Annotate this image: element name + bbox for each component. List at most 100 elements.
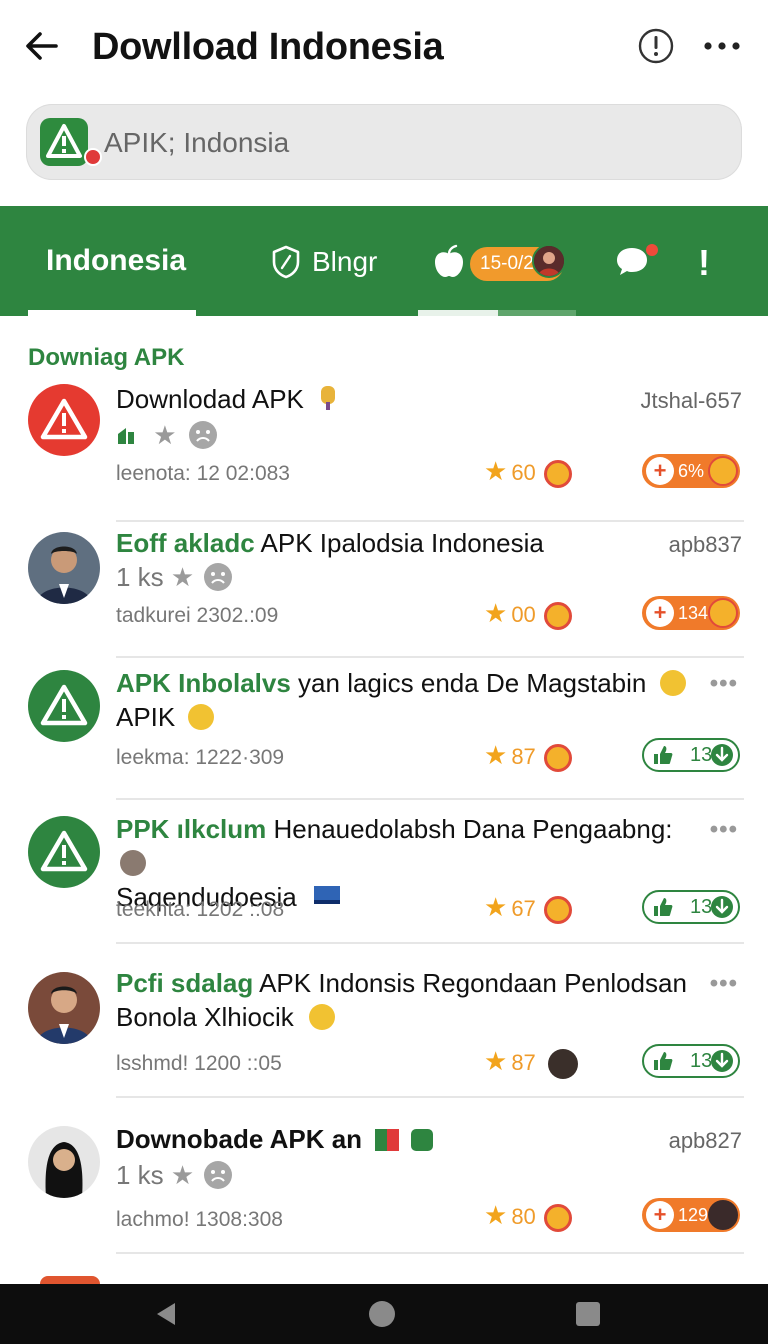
badge-value: 129 <box>678 1205 709 1225</box>
tab-alert[interactable]: ! <box>690 206 720 316</box>
divider <box>116 1096 744 1098</box>
plus-icon: + <box>646 1201 674 1229</box>
alert-icon: ! <box>698 242 710 283</box>
flag-icon <box>375 1129 400 1151</box>
apple-icon <box>435 244 463 277</box>
coin-icon <box>708 456 738 486</box>
avatar <box>708 1200 738 1230</box>
nav-back-button[interactable] <box>126 1284 206 1344</box>
item-more-button[interactable]: ••• <box>710 670 738 698</box>
avatar <box>547 1049 578 1080</box>
item-sub: 1 ks <box>116 562 164 592</box>
thumbs-up-icon <box>654 1052 673 1070</box>
smile-emoji-icon <box>188 704 215 730</box>
list-item[interactable]: Pcfi sdalag APK Indonsis Regondaan Penlo… <box>0 948 768 1098</box>
tab-indicator-secondary <box>498 310 576 316</box>
star-icon: ★ <box>484 1046 508 1076</box>
item-more-button[interactable]: ••• <box>710 970 738 998</box>
navigation-bar <box>0 1284 768 1344</box>
reward-badge[interactable]: + 6% <box>642 454 740 488</box>
like-badge[interactable]: 136 <box>642 1044 740 1078</box>
face-icon <box>204 563 233 591</box>
nav-recent-icon <box>576 1302 600 1326</box>
tab-label: Indonesia <box>46 244 187 277</box>
reward-badge[interactable]: + 129 <box>642 1198 740 1232</box>
arrow-down-icon <box>711 1050 733 1072</box>
item-meta: lsshmd! 1200 ::05 <box>116 1052 282 1075</box>
star-icon: ★ <box>484 740 508 770</box>
list-item[interactable]: Downobade APK an apb827 1 ks ★ lachmo! 1… <box>0 1104 768 1254</box>
item-title-line2: Bonola Xlhiocik <box>116 1002 294 1032</box>
more-horizontal-icon <box>704 42 740 50</box>
smile-emoji-icon <box>309 1004 336 1030</box>
item-tag: Jtshal-657 <box>640 388 742 413</box>
tab-blngr[interactable]: Blngr <box>270 206 390 316</box>
back-button[interactable] <box>22 26 62 66</box>
app-badge-icon <box>410 1129 433 1151</box>
thumbs-up-icon <box>654 898 673 916</box>
item-title: Downobade APK an <box>116 1124 363 1154</box>
search-bar[interactable] <box>26 104 742 180</box>
item-rating: 87 <box>511 1050 536 1075</box>
coin-icon <box>543 602 572 631</box>
item-meta: leekma: 1222·309 <box>116 746 285 769</box>
shield-icon <box>272 245 300 279</box>
coin-icon <box>543 1204 572 1233</box>
list-item[interactable]: Eoff akladc APK Ipalodsia Indonesia apb8… <box>0 508 768 658</box>
item-rating: 67 <box>511 896 536 921</box>
coin-icon <box>543 896 572 925</box>
avatar <box>28 1126 100 1198</box>
face-icon <box>204 1161 233 1189</box>
warning-icon <box>28 670 100 742</box>
item-meta: leenota: 12 02:083 <box>116 462 290 485</box>
warning-icon <box>28 384 100 456</box>
more-button[interactable] <box>702 30 742 62</box>
tab-indicator <box>418 310 498 316</box>
nav-home-icon <box>369 1301 395 1327</box>
divider <box>116 1252 744 1254</box>
search-input[interactable] <box>102 122 706 164</box>
like-badge[interactable]: 136 <box>642 738 740 772</box>
notification-dot <box>84 148 102 166</box>
nav-home-button[interactable] <box>342 1284 422 1344</box>
active-tab-indicator <box>28 310 196 316</box>
list-item-partial[interactable] <box>40 1276 100 1284</box>
list-item[interactable]: APK Inbolalvs yan lagics enda De Magstab… <box>0 650 768 800</box>
avatar <box>532 244 566 278</box>
info-button[interactable] <box>638 28 674 64</box>
trophy-icon <box>321 386 336 410</box>
item-more-button[interactable]: ••• <box>710 816 738 844</box>
item-title-highlight: PPK ılkclum <box>116 814 267 844</box>
plus-icon: + <box>646 599 674 627</box>
item-tag: apb837 <box>668 532 742 557</box>
star-icon: ★ <box>484 456 508 486</box>
avatar <box>28 532 100 604</box>
star-icon: ★ <box>170 1160 195 1190</box>
badge-value: 6% <box>678 461 705 481</box>
item-title: yan lagics enda De Magstabin <box>290 668 647 698</box>
item-title-highlight: Eoff akladc <box>116 528 255 558</box>
app-warning-icon <box>40 118 88 166</box>
item-meta: tadkurei 2302.:09 <box>116 604 279 627</box>
item-sub: 1 ks <box>116 1160 164 1190</box>
reward-badge[interactable]: + 134 <box>642 596 740 630</box>
like-badge[interactable]: 136 <box>642 890 740 924</box>
coin-icon <box>543 460 572 489</box>
list-item[interactable]: Downlodad APK Jtshal-657 ★ leenota: 12 0… <box>0 372 768 522</box>
tab-apple[interactable]: 15-0/21 <box>418 206 578 316</box>
flag-icon <box>313 886 340 904</box>
arrow-down-icon <box>711 896 733 918</box>
tab-chat[interactable] <box>612 206 660 316</box>
item-title-highlight: Pcfi sdalag <box>116 968 254 998</box>
arrow-left-icon <box>26 32 58 60</box>
nav-recent-button[interactable] <box>548 1284 628 1344</box>
chat-bubble-icon <box>617 248 647 275</box>
tab-indonesia[interactable]: Indonesia <box>28 206 198 316</box>
nav-back-icon <box>157 1303 175 1325</box>
star-icon: ★ <box>484 1200 508 1230</box>
item-title: Henauedolabsh Dana Pengaabng: <box>266 814 673 844</box>
list-item[interactable]: PPK ılkclum Henauedolabsh Dana Pengaabng… <box>0 794 768 944</box>
info-circle-icon <box>638 28 674 64</box>
app-bar: Dowlload Indonesia <box>0 0 768 96</box>
item-meta: teeknta: 1202 ::08 <box>116 898 285 921</box>
